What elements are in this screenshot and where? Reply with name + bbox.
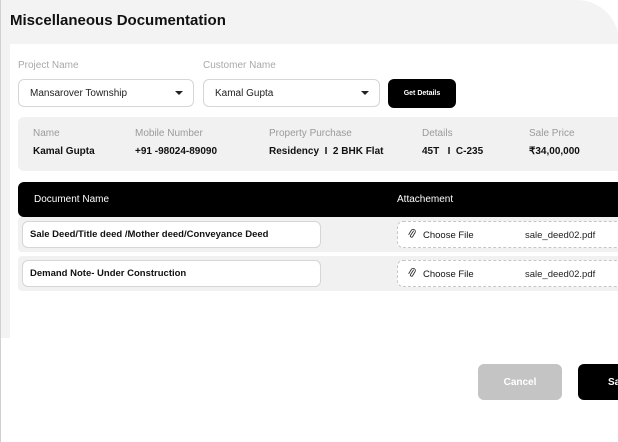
info-mobile-label: Mobile Number bbox=[135, 128, 203, 139]
attachment-dropzone[interactable]: Choose File sale_deed02.pdf bbox=[397, 221, 618, 248]
table-row: Demand Note- Under Construction Choose F… bbox=[18, 256, 618, 291]
save-button[interactable]: Save bbox=[578, 364, 618, 400]
project-name-value: Mansarover Township bbox=[30, 87, 128, 99]
choose-file-button[interactable]: Choose File bbox=[423, 230, 474, 241]
table-row: Sale Deed/Title deed /Mother deed/Convey… bbox=[18, 217, 618, 252]
paperclip-icon bbox=[408, 228, 416, 238]
project-name-select[interactable]: Mansarover Township bbox=[18, 79, 194, 107]
chevron-down-icon bbox=[175, 91, 183, 95]
choose-file-button[interactable]: Choose File bbox=[423, 269, 474, 280]
customer-name-value: Kamal Gupta bbox=[215, 87, 274, 99]
misc-documentation-dialog: Miscellaneous Documentation Project Name… bbox=[0, 0, 618, 442]
info-property-label: Property Purchase bbox=[269, 128, 352, 139]
attachment-dropzone[interactable]: Choose File sale_deed02.pdf bbox=[397, 260, 618, 287]
info-name-value: Kamal Gupta bbox=[33, 146, 95, 157]
column-document-name: Document Name bbox=[34, 194, 110, 205]
info-name-label: Name bbox=[33, 128, 60, 139]
info-price-label: Sale Price bbox=[529, 128, 575, 139]
get-details-button[interactable]: Get Details bbox=[388, 79, 456, 108]
customer-info-panel: Name Kamal Gupta Mobile Number +91 -9802… bbox=[18, 117, 618, 171]
info-details-value: 45T I C-235 bbox=[422, 146, 484, 157]
project-name-label: Project Name bbox=[18, 60, 79, 71]
documents-table-header: Document Name Attachement bbox=[18, 182, 618, 217]
info-price-value: ₹34,00,000 bbox=[529, 146, 580, 157]
customer-name-select[interactable]: Kamal Gupta bbox=[203, 79, 380, 107]
document-name-field[interactable]: Demand Note- Under Construction bbox=[22, 260, 321, 287]
paperclip-icon bbox=[408, 267, 416, 277]
document-name-field[interactable]: Sale Deed/Title deed /Mother deed/Convey… bbox=[22, 221, 321, 248]
info-property-value: Residency I 2 BHK Flat bbox=[269, 146, 384, 157]
attached-file-name: sale_deed02.pdf bbox=[525, 269, 596, 280]
cancel-button[interactable]: Cancel bbox=[478, 364, 562, 400]
column-attachment: Attachement bbox=[397, 194, 454, 205]
info-details-label: Details bbox=[422, 128, 453, 139]
dialog-title: Miscellaneous Documentation bbox=[10, 12, 226, 29]
chevron-down-icon bbox=[361, 91, 369, 95]
info-mobile-value: +91 -98024-89090 bbox=[135, 146, 218, 157]
attached-file-name: sale_deed02.pdf bbox=[525, 230, 596, 241]
customer-name-label: Customer Name bbox=[203, 60, 276, 71]
